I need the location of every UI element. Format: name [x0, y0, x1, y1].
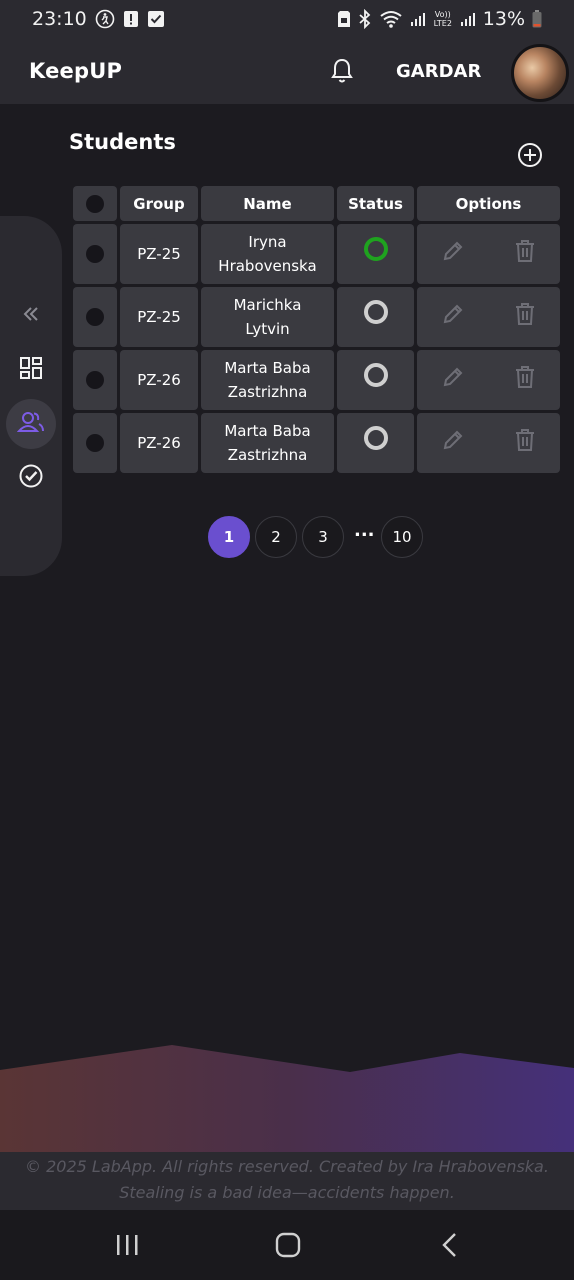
column-header-group[interactable]: Group: [120, 186, 198, 221]
name-line-1: Iryna: [248, 233, 287, 251]
cell-options: [417, 287, 560, 347]
collapse-sidebar-button[interactable]: [6, 291, 56, 341]
row-select-dot: [86, 245, 104, 263]
avatar[interactable]: [511, 44, 569, 102]
cell-name: Iryna Hrabovenska: [201, 224, 334, 284]
cell-name: Marta Baba Zastrizhna: [201, 413, 334, 473]
column-header-options: Options: [417, 186, 560, 221]
home-icon[interactable]: [273, 1232, 303, 1258]
volte-label: Vo)) LTE2: [433, 10, 452, 28]
cell-options: [417, 224, 560, 284]
sidebar-item-dashboard[interactable]: [6, 345, 56, 395]
app-header: KeepUP GARDAR: [0, 38, 574, 104]
delete-icon[interactable]: [514, 302, 536, 333]
sim-icon: [337, 10, 351, 28]
row-select-checkbox[interactable]: [73, 350, 117, 410]
page-button-last[interactable]: 10: [381, 516, 423, 558]
name-line-2: Zastrizhna: [227, 446, 308, 464]
status-inactive-icon: [363, 426, 388, 450]
column-header-status[interactable]: Status: [337, 186, 414, 221]
signal-icon-2: [460, 11, 476, 27]
status-inactive-icon: [363, 363, 388, 387]
name-line-2: Lytvin: [245, 320, 290, 338]
signal-icon: [410, 11, 426, 27]
cell-status[interactable]: [337, 287, 414, 347]
table-header-row: Group Name Status Options: [73, 186, 560, 221]
delete-icon[interactable]: [514, 365, 536, 396]
recent-apps-icon[interactable]: [112, 1232, 142, 1258]
row-select-dot: [86, 308, 104, 326]
username[interactable]: GARDAR: [396, 61, 481, 82]
table-row: PZ-26 Marta Baba Zastrizhna: [73, 413, 560, 473]
select-all-checkbox[interactable]: [73, 186, 117, 221]
edit-icon[interactable]: [441, 428, 465, 459]
row-select-checkbox[interactable]: [73, 413, 117, 473]
notifications-icon[interactable]: [330, 58, 354, 84]
footer-note: Stealing is a bad idea—accidents happen.: [119, 1183, 455, 1202]
add-student-button[interactable]: [517, 142, 543, 168]
sidebar-item-tasks[interactable]: [6, 453, 56, 503]
checkbox-icon: [147, 10, 165, 28]
edit-icon[interactable]: [441, 239, 465, 270]
cell-group: PZ-25: [120, 287, 198, 347]
back-icon[interactable]: [436, 1232, 466, 1258]
select-all-dot: [86, 194, 104, 213]
status-time: 23:10: [32, 8, 87, 30]
name-line-2: Zastrizhna: [227, 383, 308, 401]
row-select-checkbox[interactable]: [73, 287, 117, 347]
footer-copyright: © 2025 LabApp. All rights reserved. Crea…: [25, 1157, 549, 1176]
wifi-icon: [379, 9, 403, 29]
edit-icon[interactable]: [441, 365, 465, 396]
students-table: Group Name Status Options PZ-25 Iryna Hra…: [70, 183, 563, 476]
battery-percent: 13%: [482, 8, 525, 30]
tasks-icon: [18, 463, 44, 493]
cell-name: Marichka Lytvin: [201, 287, 334, 347]
name-line-2: Hrabovenska: [218, 257, 317, 275]
cell-group: PZ-25: [120, 224, 198, 284]
collapse-icon: [21, 304, 41, 328]
cell-group: PZ-26: [120, 413, 198, 473]
sidebar-item-students[interactable]: [6, 399, 56, 449]
column-header-name[interactable]: Name: [201, 186, 334, 221]
cell-options: [417, 413, 560, 473]
alert-icon: [123, 9, 139, 29]
name-line-1: Marta Baba: [224, 422, 311, 440]
dashboard-icon: [19, 356, 43, 384]
cell-status[interactable]: [337, 413, 414, 473]
row-select-checkbox[interactable]: [73, 224, 117, 284]
decorative-wave: [0, 1045, 574, 1152]
cell-status[interactable]: [337, 224, 414, 284]
delete-icon[interactable]: [514, 239, 536, 270]
edit-icon[interactable]: [441, 302, 465, 333]
pagination: 1 2 3 ... 10: [0, 516, 574, 558]
bluetooth-icon: [358, 9, 372, 29]
status-active-icon: [363, 237, 388, 261]
cell-options: [417, 350, 560, 410]
students-icon: [16, 410, 45, 438]
status-bar: 23:10 Vo)) LTE2 13%: [0, 0, 574, 38]
table-row: PZ-25 Iryna Hrabovenska: [73, 224, 560, 284]
page-button-3[interactable]: 3: [302, 516, 344, 558]
cell-name: Marta Baba Zastrizhna: [201, 350, 334, 410]
delete-icon[interactable]: [514, 428, 536, 459]
row-select-dot: [86, 434, 104, 452]
table-row: PZ-25 Marichka Lytvin: [73, 287, 560, 347]
status-inactive-icon: [363, 300, 388, 324]
app-logo-text[interactable]: KeepUP: [29, 59, 122, 83]
page-title: Students: [69, 130, 176, 154]
page-button-1[interactable]: 1: [208, 516, 250, 558]
page-button-2[interactable]: 2: [255, 516, 297, 558]
system-navigation-bar: [0, 1210, 574, 1280]
cell-status[interactable]: [337, 350, 414, 410]
name-line-1: Marichka: [233, 296, 302, 314]
row-select-dot: [86, 371, 104, 389]
name-line-1: Marta Baba: [224, 359, 311, 377]
footer: © 2025 LabApp. All rights reserved. Crea…: [0, 1152, 574, 1210]
table-row: PZ-26 Marta Baba Zastrizhna: [73, 350, 560, 410]
battery-icon: [532, 10, 542, 28]
cell-group: PZ-26: [120, 350, 198, 410]
pagination-ellipsis: ...: [354, 520, 375, 541]
accessibility-icon: [95, 9, 115, 29]
